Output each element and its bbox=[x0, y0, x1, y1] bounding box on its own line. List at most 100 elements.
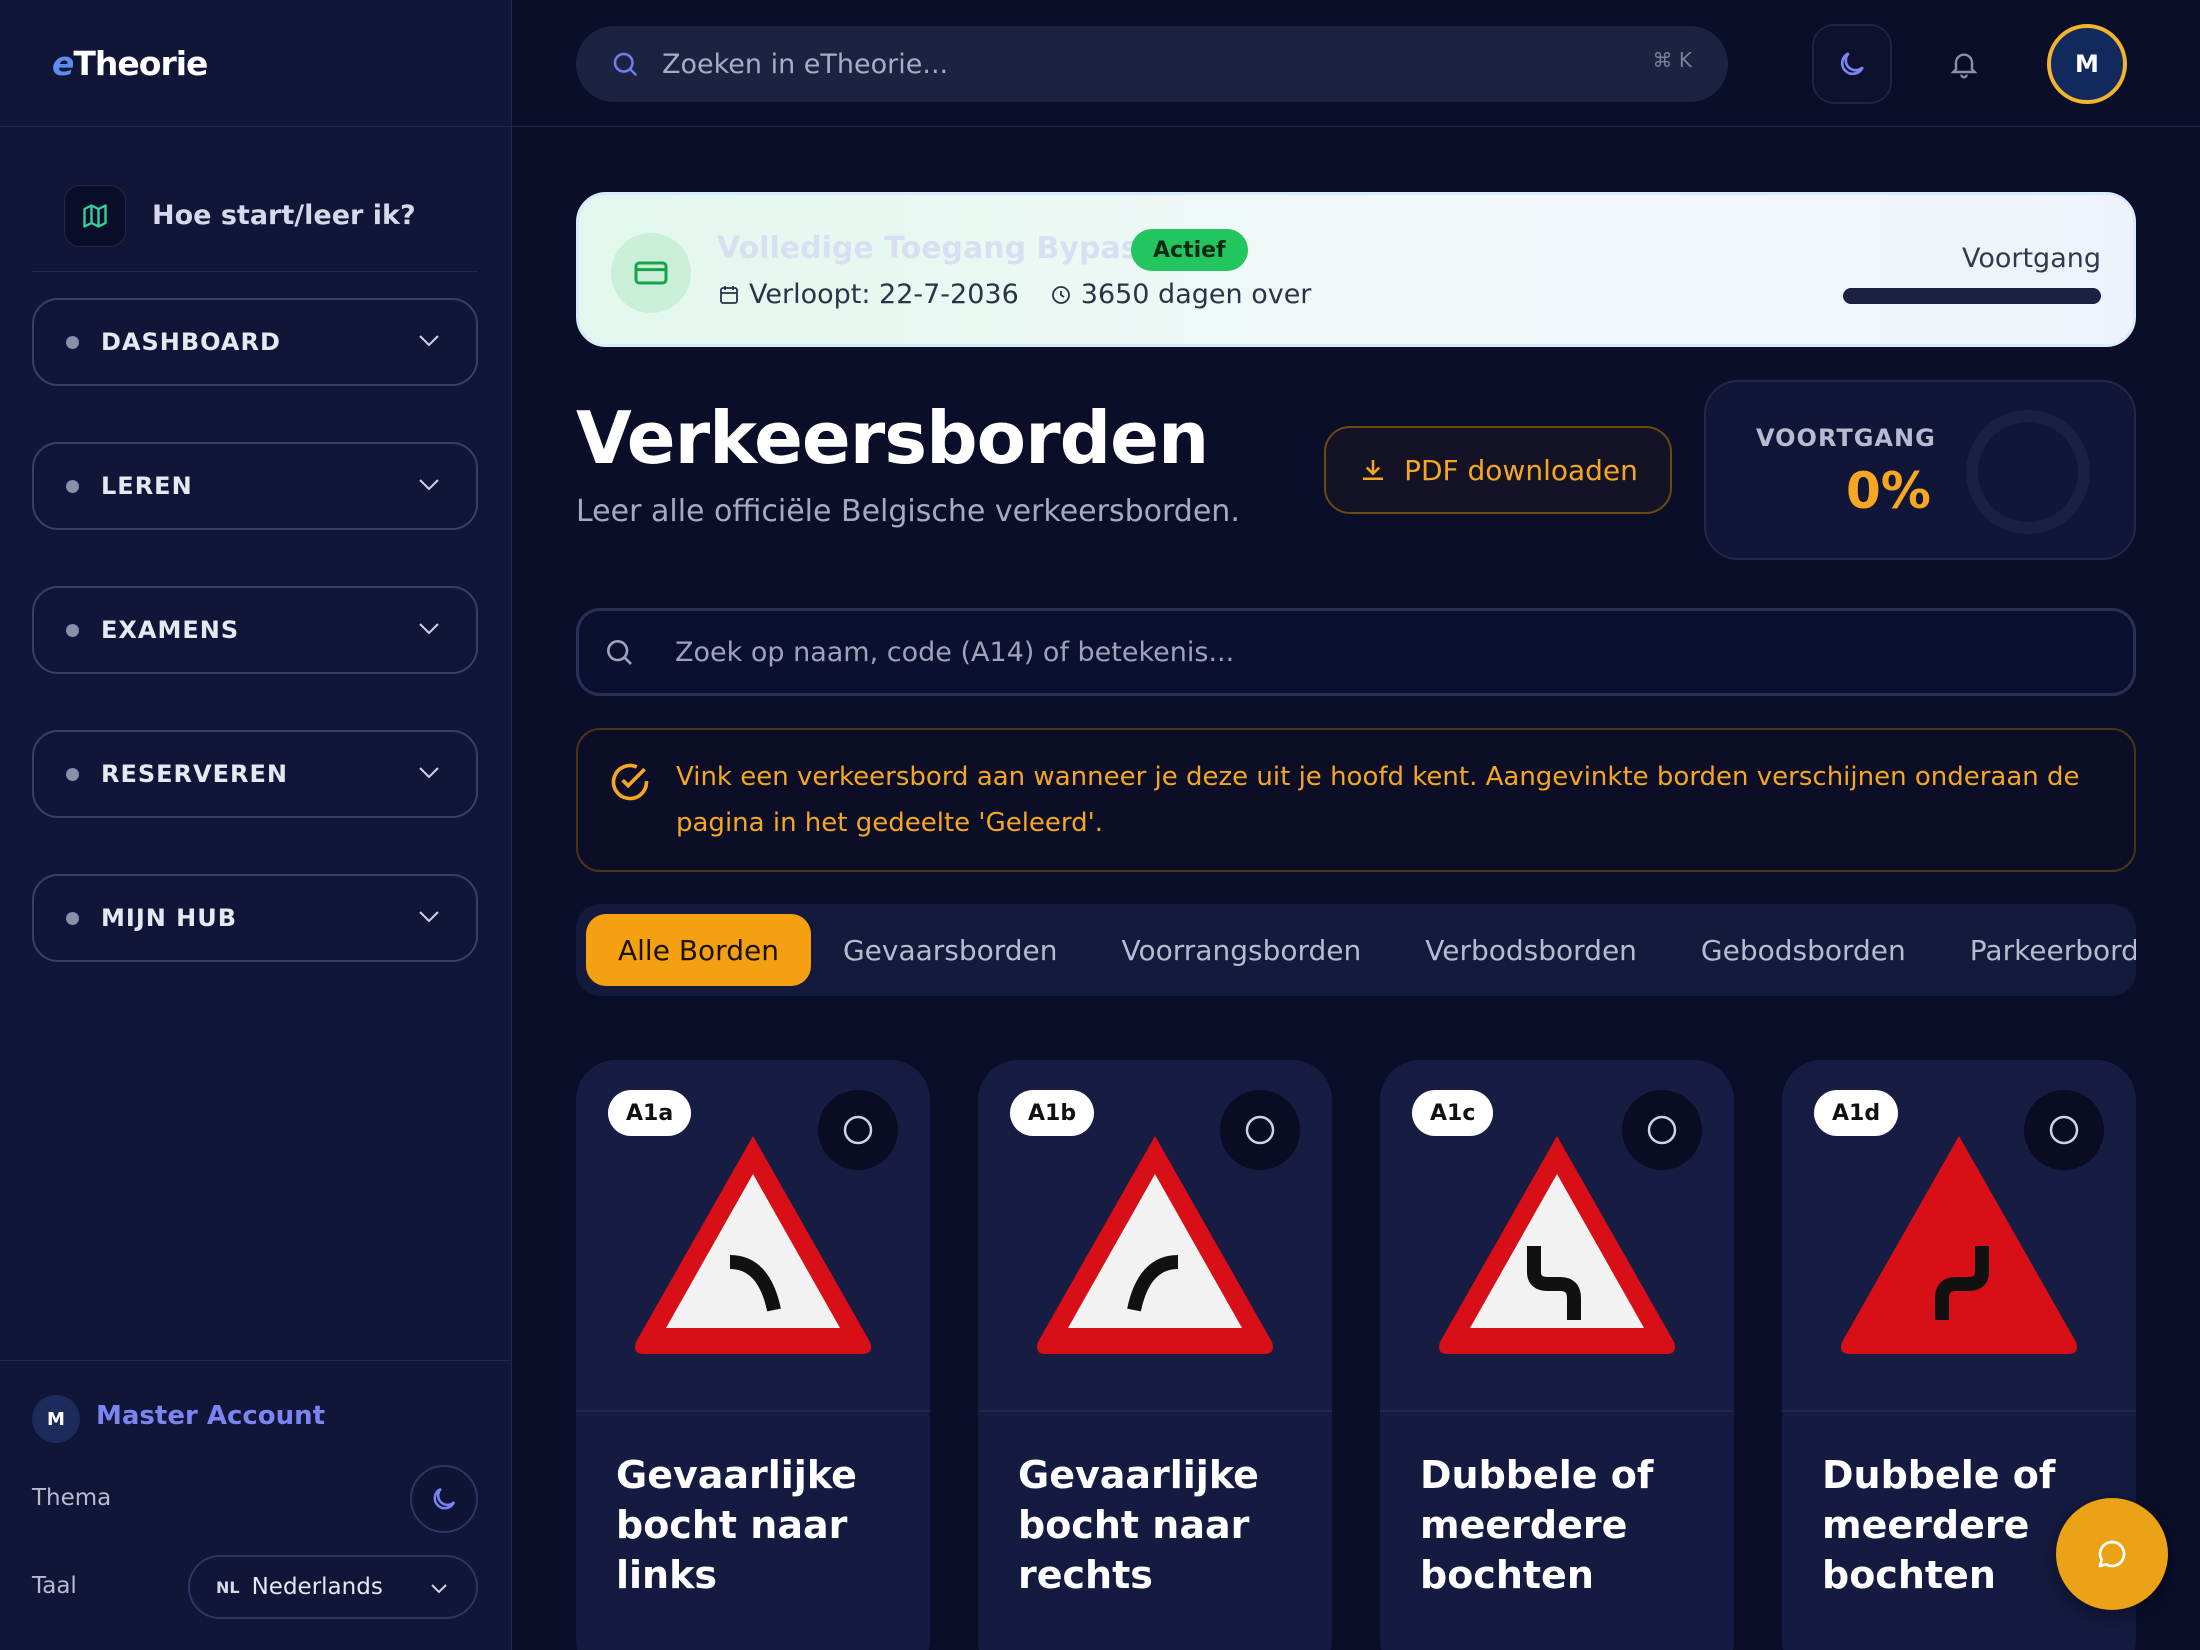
subscription-meta: Verloopt: 22-7-2036 3650 dagen over bbox=[717, 279, 1311, 310]
chevron-down-icon bbox=[419, 623, 439, 635]
language-name: Nederlands bbox=[251, 1574, 383, 1600]
sign-card-image: A1c bbox=[1380, 1060, 1734, 1412]
tab-gebodsborden[interactable]: Gebodsborden bbox=[1669, 914, 1938, 986]
chevron-down-icon bbox=[419, 479, 439, 491]
download-icon bbox=[1363, 460, 1384, 480]
howto-link[interactable]: Hoe start/leer ik? bbox=[32, 160, 478, 272]
sign-code: A1c bbox=[1412, 1090, 1494, 1136]
category-tabs: Alle Borden Gevaarsborden Voorrangsborde… bbox=[576, 904, 2136, 996]
howto-label: Hoe start/leer ik? bbox=[152, 200, 416, 231]
sign-search-input[interactable]: Zoek op naam, code (A14) of betekenis... bbox=[576, 608, 2136, 696]
info-notice: Vink een verkeersbord aan wanneer je dez… bbox=[576, 728, 2136, 872]
nav-reserveren-label: RESERVEREN bbox=[101, 760, 288, 788]
sign-card[interactable]: A1b Gevaarlijke bocht naar rechts bbox=[978, 1060, 1332, 1650]
user-avatar[interactable]: M bbox=[2047, 24, 2127, 104]
expiry-date: Verloopt: 22-7-2036 bbox=[749, 279, 1019, 310]
chevron-down-icon bbox=[419, 335, 439, 347]
theme-toggle-button[interactable] bbox=[410, 1465, 478, 1533]
sign-card[interactable]: A1a Gevaarlijke bocht naar links bbox=[576, 1060, 930, 1650]
subscription-title: Volledige Toegang Bypass bbox=[717, 231, 1157, 266]
tab-parkeerborden[interactable]: Parkeerborden bbox=[1938, 914, 2136, 986]
nav-dashboard-label: DASHBOARD bbox=[101, 328, 281, 356]
sidebar-footer: M Master Account Thema Taal NL Nederland… bbox=[0, 1360, 512, 1650]
learned-checkbox[interactable] bbox=[1220, 1090, 1300, 1170]
credit-card-icon bbox=[611, 233, 691, 313]
calendar-icon bbox=[720, 285, 738, 304]
subscription-banner: Volledige Toegang Bypass Actief Verloopt… bbox=[576, 192, 2136, 347]
nav-leren[interactable]: LEREN bbox=[32, 442, 478, 530]
chevron-down-icon bbox=[419, 767, 439, 779]
notice-text: Vink een verkeersbord aan wanneer je dez… bbox=[676, 762, 2080, 838]
sign-code: A1b bbox=[1010, 1090, 1095, 1136]
logo-area: eTheorie bbox=[0, 0, 511, 127]
tab-gevaarsborden[interactable]: Gevaarsborden bbox=[811, 914, 1090, 986]
topbar: Zoeken in eTheorie... ⌘ K M bbox=[512, 0, 2200, 127]
circle-icon bbox=[2049, 1115, 2079, 1145]
moon-icon bbox=[433, 1487, 456, 1510]
nav-examens-label: EXAMENS bbox=[101, 616, 240, 644]
bullet-icon bbox=[66, 911, 79, 925]
learned-checkbox[interactable] bbox=[1622, 1090, 1702, 1170]
nav-dashboard[interactable]: DASHBOARD bbox=[32, 298, 478, 386]
page-subtitle: Leer alle officiële Belgische verkeersbo… bbox=[576, 494, 1240, 529]
bullet-icon bbox=[66, 335, 79, 349]
search-shortcut: ⌘ K bbox=[1652, 48, 1692, 72]
bullet-icon bbox=[66, 479, 79, 493]
days-left: 3650 dagen over bbox=[1080, 279, 1312, 310]
tab-verbodsborden[interactable]: Verbodsborden bbox=[1393, 914, 1669, 986]
nav-mijn-hub-label: MIJN HUB bbox=[101, 904, 238, 932]
status-badge: Actief bbox=[1131, 229, 1248, 271]
progress-card-label: VOORTGANG bbox=[1756, 424, 1936, 452]
tab-voorrangsborden[interactable]: Voorrangsborden bbox=[1090, 914, 1394, 986]
sign-search-placeholder: Zoek op naam, code (A14) of betekenis... bbox=[675, 636, 1235, 668]
etheorie-logo[interactable]: eTheorie bbox=[52, 44, 208, 83]
global-search-input[interactable]: Zoeken in eTheorie... ⌘ K bbox=[576, 26, 1728, 102]
theme-label: Thema bbox=[32, 1485, 112, 1511]
chevron-down-icon bbox=[431, 1584, 447, 1594]
nav-reserveren[interactable]: RESERVEREN bbox=[32, 730, 478, 818]
circle-icon bbox=[1647, 1115, 1677, 1145]
sign-name: Gevaarlijke bocht naar links bbox=[616, 1453, 857, 1597]
account-avatar[interactable]: M bbox=[32, 1395, 80, 1443]
circle-icon bbox=[1245, 1115, 1275, 1145]
bullet-icon bbox=[66, 767, 79, 781]
language-code: NL bbox=[216, 1577, 240, 1597]
pdf-download-label: PDF downloaden bbox=[1404, 453, 1638, 487]
global-search-placeholder: Zoeken in eTheorie... bbox=[662, 48, 949, 80]
page-title: Verkeersborden bbox=[576, 396, 1209, 480]
pdf-download-button[interactable]: PDF downloaden bbox=[1324, 426, 1672, 514]
learned-checkbox[interactable] bbox=[818, 1090, 898, 1170]
subscription-progress-label: Voortgang bbox=[1961, 243, 2101, 274]
language-label: Taal bbox=[32, 1573, 77, 1599]
sign-card-image: A1d bbox=[1782, 1060, 2136, 1412]
chat-bubble-icon bbox=[2098, 1540, 2126, 1568]
language-select[interactable]: NL Nederlands bbox=[188, 1555, 478, 1619]
bullet-icon bbox=[66, 623, 79, 637]
sign-name: Gevaarlijke bocht naar rechts bbox=[1018, 1453, 1259, 1597]
map-icon bbox=[64, 184, 126, 247]
sign-card-image: A1a bbox=[576, 1060, 930, 1412]
sign-code: A1a bbox=[608, 1090, 692, 1136]
notifications-button[interactable] bbox=[1924, 24, 2004, 104]
sign-card-image: A1b bbox=[978, 1060, 1332, 1412]
subscription-progress-bar bbox=[1843, 288, 2101, 304]
nav-examens[interactable]: EXAMENS bbox=[32, 586, 478, 674]
dark-mode-button[interactable] bbox=[1812, 24, 1892, 104]
progress-card: VOORTGANG 0% bbox=[1704, 380, 2136, 560]
nav-mijn-hub[interactable]: MIJN HUB bbox=[32, 874, 478, 962]
sign-code: A1d bbox=[1814, 1090, 1899, 1136]
clock-icon bbox=[1051, 285, 1070, 304]
sidebar: eTheorie Hoe start/leer ik? DASHBOARD LE… bbox=[0, 0, 512, 1650]
sign-card[interactable]: A1c Dubbele of meerdere bochten bbox=[1380, 1060, 1734, 1650]
search-icon bbox=[613, 52, 638, 77]
search-icon bbox=[607, 640, 632, 665]
sign-name: Dubbele of meerdere bochten bbox=[1420, 1453, 1654, 1597]
bell-icon bbox=[1950, 53, 1978, 79]
moon-icon bbox=[1840, 52, 1864, 76]
account-name[interactable]: Master Account bbox=[96, 1401, 325, 1431]
circle-icon bbox=[843, 1115, 873, 1145]
check-circle-icon bbox=[611, 763, 649, 801]
learned-checkbox[interactable] bbox=[2024, 1090, 2104, 1170]
tab-alle-borden[interactable]: Alle Borden bbox=[586, 914, 811, 986]
chat-button[interactable] bbox=[2056, 1498, 2168, 1610]
